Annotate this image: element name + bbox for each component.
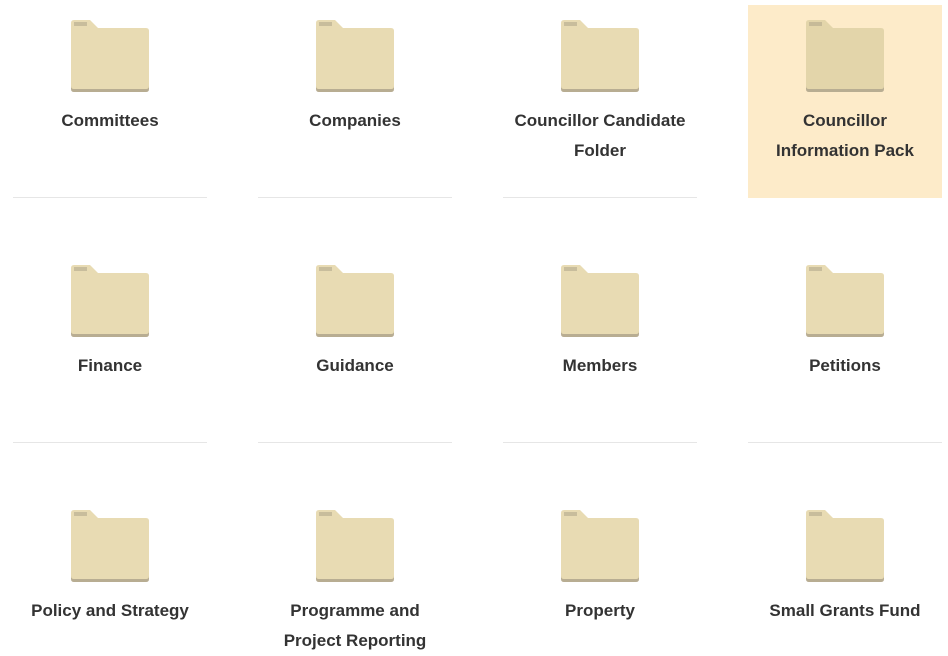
- folder-label: Petitions: [809, 356, 881, 375]
- folder-tile-property[interactable]: Property: [503, 495, 697, 656]
- divider: [258, 197, 452, 198]
- folder-tile-members[interactable]: Members: [503, 250, 697, 443]
- folder-label: Guidance: [316, 356, 394, 375]
- folder-tile-councillor-candidate-folder[interactable]: Councillor Candidate Folder: [503, 5, 697, 198]
- divider: [503, 197, 697, 198]
- folder-icon: [71, 510, 149, 582]
- folder-icon: [71, 265, 149, 337]
- folder-icon: [71, 20, 149, 92]
- folder-grid: Committees Companies Councillor Candidat…: [0, 0, 948, 656]
- folder-icon: [806, 20, 884, 92]
- folder-icon: [561, 265, 639, 337]
- folder-label: Policy and Strategy: [31, 601, 189, 620]
- folder-tile-policy-and-strategy[interactable]: Policy and Strategy: [13, 495, 207, 656]
- folder-icon: [806, 265, 884, 337]
- folder-icon: [561, 20, 639, 92]
- divider: [503, 442, 697, 443]
- folder-label: Companies: [309, 111, 401, 130]
- folder-icon: [316, 510, 394, 582]
- folder-tile-committees[interactable]: Committees: [13, 5, 207, 198]
- folder-icon: [316, 20, 394, 92]
- folder-label: Members: [562, 356, 638, 375]
- folder-icon: [561, 510, 639, 582]
- folder-tile-councillor-information-pack[interactable]: Councillor Information Pack: [748, 5, 942, 198]
- folder-label: Small Grants Fund: [769, 601, 921, 620]
- folder-label: Programme and Project Reporting: [283, 601, 427, 650]
- folder-label: Property: [565, 601, 635, 620]
- folder-tile-companies[interactable]: Companies: [258, 5, 452, 198]
- divider: [748, 442, 942, 443]
- divider: [13, 442, 207, 443]
- folder-tile-guidance[interactable]: Guidance: [258, 250, 452, 443]
- folder-label: Finance: [77, 356, 143, 375]
- divider: [13, 197, 207, 198]
- folder-tile-small-grants-fund[interactable]: Small Grants Fund: [748, 495, 942, 656]
- folder-tile-petitions[interactable]: Petitions: [748, 250, 942, 443]
- folder-label: Councillor Candidate Folder: [514, 111, 686, 160]
- folder-icon: [806, 510, 884, 582]
- folder-icon: [316, 265, 394, 337]
- divider: [258, 442, 452, 443]
- folder-label: Committees: [61, 111, 159, 130]
- folder-tile-finance[interactable]: Finance: [13, 250, 207, 443]
- folder-tile-programme-and-project-reporting[interactable]: Programme and Project Reporting: [258, 495, 452, 656]
- folder-label: Councillor Information Pack: [776, 111, 914, 160]
